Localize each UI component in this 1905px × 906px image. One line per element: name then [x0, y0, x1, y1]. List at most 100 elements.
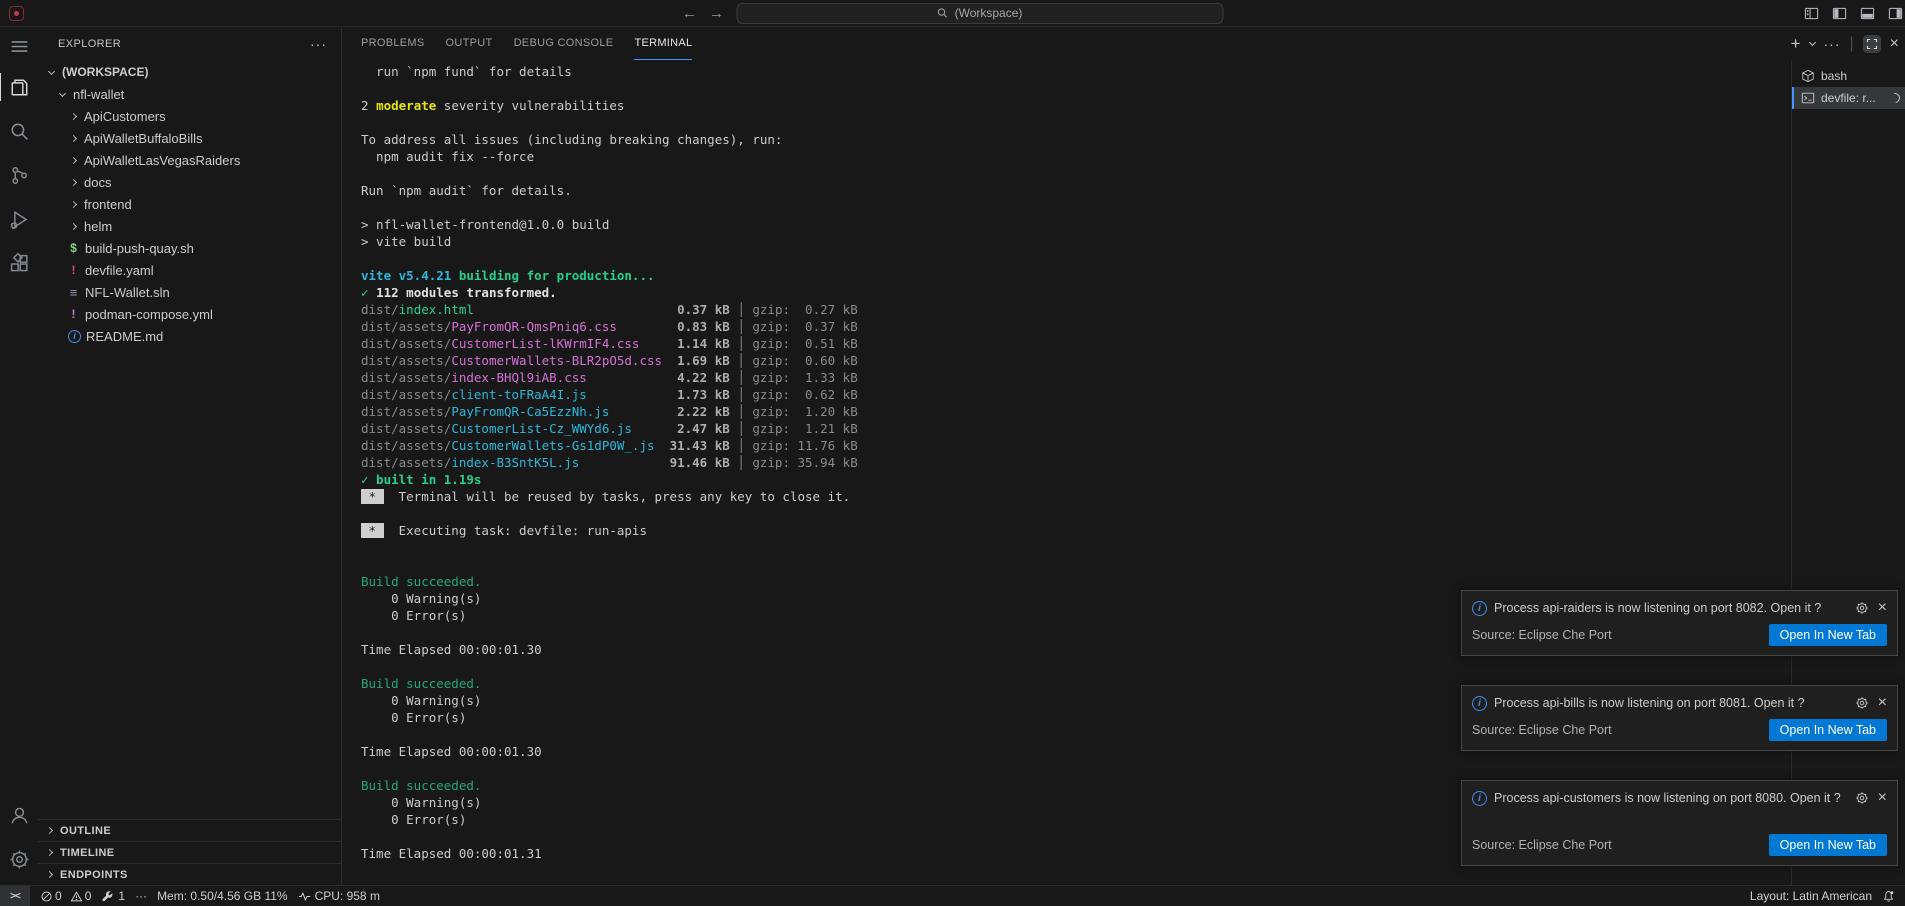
activity-bar — [0, 27, 38, 885]
tree-item-docs[interactable]: docs — [38, 171, 341, 193]
tree-item-helm[interactable]: helm — [38, 215, 341, 237]
activity-item-menu[interactable] — [0, 27, 38, 65]
panel-actions: + ··· | × — [1791, 27, 1899, 60]
tree-item-devfile-yaml[interactable]: ! devfile.yaml — [38, 259, 341, 281]
file-icon-sh: $ — [68, 241, 79, 255]
cpu-status[interactable]: CPU: 958 m — [298, 889, 380, 903]
errors-count: 0 — [55, 889, 62, 903]
app-logo-icon[interactable] — [9, 6, 24, 21]
tree-item-podman-compose-yml[interactable]: !podman-compose.yml — [38, 303, 341, 325]
tree-item-nfl-wallet-sln[interactable]: ≡NFL-Wallet.sln — [38, 281, 341, 303]
open-in-new-tab-button[interactable]: Open In New Tab — [1769, 719, 1887, 741]
terminal-tab-label: devfile: r... — [1821, 91, 1876, 105]
section-label: OUTLINE — [60, 825, 111, 837]
tab-debug-console[interactable]: DEBUG CONSOLE — [514, 27, 614, 60]
notification-settings-button[interactable] — [1855, 696, 1869, 710]
open-in-new-tab-button[interactable]: Open In New Tab — [1769, 624, 1887, 646]
terminal-line: vite v5.4.21 building for production... — [361, 267, 1783, 284]
title-bar: ← → (Workspace) — [0, 0, 1905, 27]
notification-close-button[interactable]: × — [1878, 790, 1887, 806]
tree-item-apicustomers[interactable]: ApiCustomers — [38, 105, 341, 127]
toggle-primary-sidebar-icon[interactable] — [1832, 6, 1847, 21]
remote-indicator[interactable]: >< — [0, 886, 30, 906]
terminal-line: dist/assets/CustomerWallets-Gs1dP0W_.js … — [361, 437, 1783, 454]
terminal-tab-bash[interactable]: bash — [1792, 65, 1905, 87]
notifications-bell[interactable] — [1882, 890, 1895, 903]
notification-settings-button[interactable] — [1855, 601, 1869, 615]
chevron-right-icon — [70, 222, 77, 229]
file-icon-warnred: ! — [68, 263, 79, 277]
notification-settings-button[interactable] — [1855, 791, 1869, 805]
activity-item-extensions[interactable] — [0, 241, 38, 285]
status-more-label: ··· — [135, 889, 147, 903]
activity-item-run-and-debug[interactable] — [0, 197, 38, 241]
customize-layout-icon[interactable] — [1804, 6, 1819, 21]
sidebar-sections: OUTLINE TIMELINEENDPOINTS — [38, 819, 341, 885]
errors-icon — [40, 890, 53, 903]
tree-item-workspace[interactable]: (WORKSPACE) — [38, 61, 341, 83]
notification-source: Source: Eclipse Che Port — [1472, 838, 1769, 852]
activity-item-explorer[interactable] — [0, 65, 38, 109]
tree-item-label: podman-compose.yml — [85, 307, 213, 322]
tree-item-apiwalletbuffalobills[interactable]: ApiWalletBuffaloBills — [38, 127, 341, 149]
navigate-forward-button[interactable]: → — [709, 6, 724, 21]
tab-problems[interactable]: PROBLEMS — [361, 27, 425, 60]
navigate-back-button[interactable]: ← — [682, 6, 697, 21]
search-icon — [937, 7, 949, 19]
terminal-line: ✓ 112 modules transformed. — [361, 284, 1783, 301]
tree-item-label: helm — [84, 219, 112, 234]
maximize-panel-button[interactable] — [1863, 35, 1881, 53]
activity-item-accounts[interactable] — [0, 793, 38, 837]
tree-item-label: devfile.yaml — [85, 263, 154, 278]
command-center-search[interactable]: (Workspace) — [736, 3, 1223, 24]
explorer-icon — [9, 77, 30, 98]
explorer-more-actions-button[interactable]: ··· — [310, 36, 327, 52]
memory-status[interactable]: Mem: 0.50/4.56 GB 11% — [157, 889, 288, 903]
chevron-right-icon — [46, 871, 53, 878]
remote-icon: >< — [10, 891, 20, 902]
tree-item-label: frontend — [84, 197, 132, 212]
activity-item-source-control[interactable] — [0, 153, 38, 197]
tools-icon — [101, 890, 114, 903]
open-in-new-tab-button[interactable]: Open In New Tab — [1769, 834, 1887, 856]
terminal-line — [361, 250, 1783, 267]
tree-item-readme-md[interactable]: iREADME.md — [38, 325, 341, 347]
activity-item-settings[interactable] — [0, 837, 38, 881]
toggle-panel-icon[interactable] — [1860, 6, 1875, 21]
loading-spinner-icon — [1888, 91, 1902, 105]
problems-status[interactable]: 0 0 — [40, 889, 91, 903]
tab-terminal[interactable]: TERMINAL — [634, 27, 692, 60]
tree-item-build-push-quay-sh[interactable]: $build-push-quay.sh — [38, 237, 341, 259]
terminal-line: > nfl-wallet-frontend@1.0.0 build — [361, 216, 1783, 233]
section-endpoints[interactable]: ENDPOINTS — [38, 863, 341, 885]
tree-item-frontend[interactable]: frontend — [38, 193, 341, 215]
terminal-line — [361, 556, 1783, 573]
terminal-line: 2 moderate severity vulnerabilities — [361, 97, 1783, 114]
notification-close-button[interactable]: × — [1878, 695, 1887, 711]
panel-more-actions-button[interactable]: ··· — [1824, 36, 1841, 52]
terminal-line: dist/index.html 0.37 kB │ gzip: 0.27 kB — [361, 301, 1783, 318]
chevron-down-icon — [59, 89, 66, 96]
section-timeline[interactable]: TIMELINE — [38, 841, 341, 863]
keyboard-layout-status[interactable]: Layout: Latin American — [1750, 889, 1872, 903]
terminal-line: Run `npm audit` for details. — [361, 182, 1783, 199]
notification-toast: iProcess api-raiders is now listening on… — [1461, 590, 1898, 656]
terminal-tab-devfile-r[interactable]: devfile: r... — [1792, 87, 1905, 109]
notification-close-button[interactable]: × — [1878, 600, 1887, 616]
status-bar: >< 0 0 1 ··· Mem: 0.50/4.56 GB 11% CPU: … — [0, 885, 1905, 906]
tab-output[interactable]: OUTPUT — [446, 27, 493, 60]
section-outline[interactable]: OUTLINE — [38, 819, 341, 841]
status-more-button[interactable]: ··· — [135, 889, 147, 903]
activity-item-search[interactable] — [0, 109, 38, 153]
toggle-secondary-sidebar-icon[interactable] — [1888, 6, 1903, 21]
terminal-profile-chevron-icon[interactable] — [1808, 38, 1815, 45]
tree-item-nfl-wallet[interactable]: nfl-wallet — [38, 83, 341, 105]
terminal-line — [361, 80, 1783, 97]
chevron-right-icon — [70, 178, 77, 185]
new-terminal-button[interactable]: + — [1791, 34, 1801, 54]
chevron-right-icon — [70, 134, 77, 141]
close-panel-button[interactable]: × — [1890, 35, 1899, 53]
tasks-status[interactable]: 1 — [101, 889, 125, 903]
tree-item-label: (WORKSPACE) — [62, 65, 148, 79]
tree-item-apiwalletlasvegasraiders[interactable]: ApiWalletLasVegasRaiders — [38, 149, 341, 171]
